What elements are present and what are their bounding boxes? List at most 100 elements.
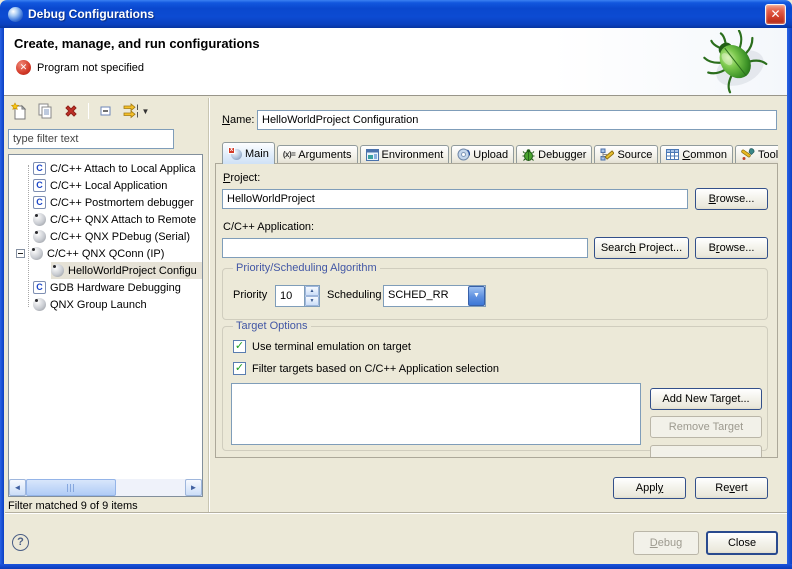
target-list[interactable]: [231, 383, 641, 445]
browse-project-button[interactable]: Browse...: [695, 188, 768, 210]
qnx-launch-icon: [30, 247, 43, 260]
close-icon: ✕: [770, 7, 780, 21]
configurations-tree: CC/C++ Attach to Local Applica CC/C++ Lo…: [8, 154, 203, 497]
spinner-down-icon[interactable]: ▼: [305, 296, 319, 306]
panel-sash[interactable]: [208, 98, 210, 512]
scroll-left-arrow[interactable]: ◄: [9, 479, 26, 496]
c-launch-icon: C: [33, 281, 46, 294]
debug-button[interactable]: Debug: [633, 531, 699, 555]
scheduling-combo[interactable]: SCHED_RR ▼: [383, 285, 486, 307]
window-border-bottom: [0, 564, 792, 569]
tab-main[interactable]: x Main: [222, 142, 275, 164]
window-border-left: [0, 26, 4, 569]
error-icon: ✕: [16, 60, 31, 75]
window-border-right: [787, 26, 792, 569]
priority-value-input[interactable]: [276, 286, 304, 306]
tab-tools[interactable]: Tools: [735, 145, 778, 163]
checkbox-checked-icon[interactable]: ✓: [233, 362, 246, 375]
target-group-title: Target Options: [233, 320, 311, 332]
tab-arguments[interactable]: (x)= Arguments: [277, 145, 358, 163]
remove-target-button[interactable]: Remove Target: [650, 416, 762, 438]
collapse-expander-icon[interactable]: [16, 249, 25, 258]
filter-icon: [123, 103, 144, 120]
debug-configurations-dialog: Debug Configurations ✕ Create, manage, a…: [0, 0, 792, 569]
terminal-emulation-label: Use terminal emulation on target: [252, 341, 411, 353]
tab-upload[interactable]: Upload: [451, 145, 514, 163]
filter-status-text: Filter matched 9 of 9 items: [8, 500, 138, 512]
c-launch-icon: C: [33, 179, 46, 192]
priority-spinner[interactable]: ▲▼: [275, 285, 320, 307]
scrollbar-thumb[interactable]: [26, 479, 116, 496]
horizontal-scrollbar[interactable]: ◄ ►: [9, 479, 202, 496]
launch-toolbar: ▼: [8, 101, 151, 121]
tree-item[interactable]: C/C++ QNX PDebug (Serial): [9, 228, 202, 245]
delete-configuration-button[interactable]: [60, 101, 82, 121]
spinner-up-icon[interactable]: ▲: [305, 286, 319, 296]
tree-item-selected[interactable]: HelloWorldProject Configu: [9, 262, 202, 279]
project-input[interactable]: [222, 189, 688, 209]
title-bar[interactable]: Debug Configurations ✕: [0, 0, 792, 28]
main-tab-error-icon: x: [228, 147, 242, 160]
source-lookup-icon: [600, 148, 614, 161]
app-icon: [8, 7, 23, 22]
c-launch-icon: C: [33, 162, 46, 175]
tab-source[interactable]: Source: [594, 145, 658, 163]
upload-disc-icon: [457, 148, 470, 161]
scroll-right-arrow[interactable]: ►: [185, 479, 202, 496]
window-title: Debug Configurations: [28, 7, 765, 21]
clipped-disabled-button: [650, 445, 762, 458]
toolbar-separator: [88, 103, 89, 119]
banner-title: Create, manage, and run configurations: [14, 36, 260, 51]
scheduling-value: SCHED_RR: [384, 286, 468, 306]
tree-item[interactable]: CC/C++ Attach to Local Applica: [9, 160, 202, 177]
search-project-button[interactable]: Search Project...: [594, 237, 689, 259]
tab-environment[interactable]: Environment: [360, 145, 450, 163]
priority-group-title: Priority/Scheduling Algorithm: [233, 262, 380, 274]
qnx-launch-icon: [51, 264, 64, 277]
name-input[interactable]: [257, 110, 777, 130]
common-table-icon: [666, 149, 679, 160]
tree-item[interactable]: C/C++ QNX Attach to Remote: [9, 211, 202, 228]
new-configuration-button[interactable]: [8, 101, 30, 121]
tree-item[interactable]: CC/C++ Postmortem debugger: [9, 194, 202, 211]
main-tab-content: Project: Browse... C/C++ Application: Se…: [215, 163, 778, 458]
header-banner: Create, manage, and run configurations ✕…: [4, 28, 787, 96]
bug-graphic: [698, 30, 774, 97]
scrollbar-track[interactable]: [116, 479, 185, 496]
combo-arrow-icon[interactable]: ▼: [468, 286, 485, 306]
help-button[interactable]: ?: [12, 534, 29, 551]
application-input[interactable]: [222, 238, 588, 258]
collapse-all-button[interactable]: [95, 101, 117, 121]
arguments-icon: (x)=: [283, 150, 295, 159]
qnx-launch-icon: [33, 298, 46, 311]
footer-separator: [5, 512, 787, 514]
tree-item-expanded[interactable]: C/C++ QNX QConn (IP): [9, 245, 202, 262]
duplicate-configuration-button[interactable]: [34, 101, 56, 121]
close-window-button[interactable]: ✕: [765, 4, 786, 25]
apply-button[interactable]: Apply: [613, 477, 686, 499]
filter-targets-label: Filter targets based on C/C++ Applicatio…: [252, 363, 499, 375]
revert-button[interactable]: Revert: [695, 477, 768, 499]
priority-scheduling-group: Priority/Scheduling Algorithm Priority ▲…: [222, 268, 768, 320]
tools-icon: [741, 148, 755, 161]
close-button[interactable]: Close: [706, 531, 778, 555]
tree-item[interactable]: QNX Group Launch: [9, 296, 202, 313]
tab-debugger[interactable]: Debugger: [516, 145, 592, 163]
tree-item[interactable]: CGDB Hardware Debugging: [9, 279, 202, 296]
debugger-bug-icon: [522, 148, 535, 161]
project-label: Project:: [223, 172, 260, 184]
tree-item[interactable]: CC/C++ Local Application: [9, 177, 202, 194]
terminal-emulation-checkbox-row[interactable]: ✓ Use terminal emulation on target: [233, 340, 411, 353]
application-label: C/C++ Application:: [223, 221, 314, 233]
qnx-launch-icon: [33, 213, 46, 226]
filter-launch-configurations-button[interactable]: ▼: [121, 101, 151, 121]
browse-application-button[interactable]: Browse...: [695, 237, 768, 259]
filter-targets-checkbox-row[interactable]: ✓ Filter targets based on C/C++ Applicat…: [233, 362, 499, 375]
environment-icon: [366, 149, 379, 161]
error-message: Program not specified: [37, 62, 144, 74]
checkbox-checked-icon[interactable]: ✓: [233, 340, 246, 353]
qnx-launch-icon: [33, 230, 46, 243]
add-new-target-button[interactable]: Add New Target...: [650, 388, 762, 410]
filter-input[interactable]: [8, 129, 174, 149]
tab-common[interactable]: Common: [660, 145, 733, 163]
